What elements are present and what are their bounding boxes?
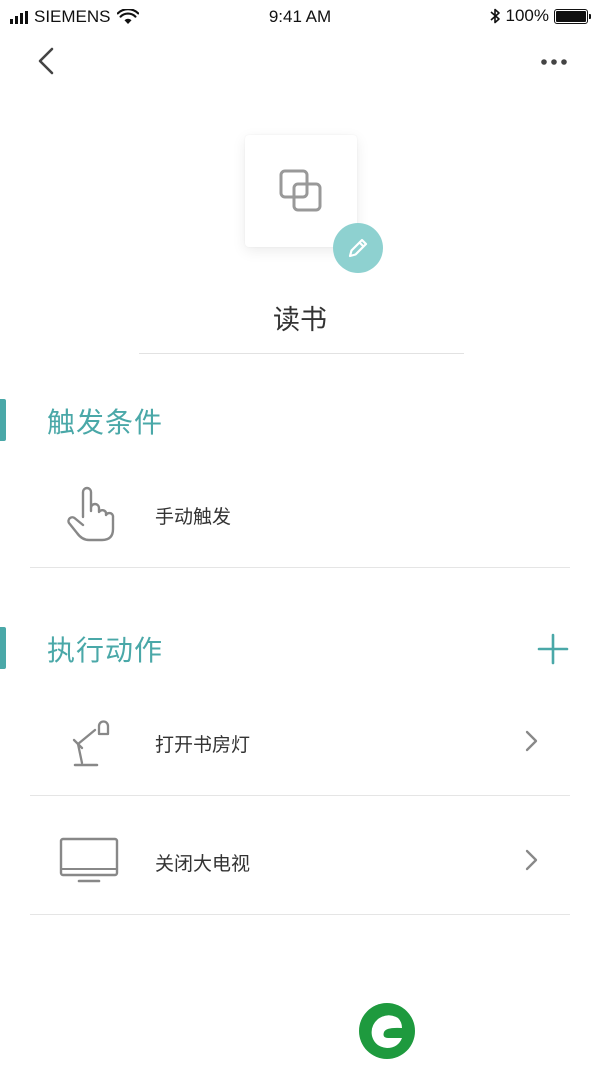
- scene-name[interactable]: 读书: [0, 298, 600, 337]
- action-section-marker: [0, 627, 6, 669]
- add-action-button[interactable]: [536, 632, 570, 666]
- brand-logo-icon: [358, 1002, 416, 1060]
- tv-icon: [55, 833, 125, 887]
- more-dots-icon: [541, 59, 567, 65]
- trigger-section-title: 触发条件: [47, 406, 164, 439]
- scene-name-underline: [139, 353, 464, 354]
- chevron-right-icon: [522, 848, 540, 872]
- battery-icon: [554, 8, 591, 24]
- action-row-tv[interactable]: 关闭大电视: [30, 796, 570, 915]
- back-button[interactable]: [30, 42, 66, 82]
- hand-pointer-icon: [55, 484, 125, 544]
- status-bar: SIEMENS 9:41 AM 100%: [0, 0, 600, 34]
- action-label-0: 打开书房灯: [155, 734, 251, 756]
- more-button[interactable]: [534, 48, 574, 76]
- battery-percent: 100%: [505, 6, 549, 25]
- edit-scene-button[interactable]: [333, 223, 383, 273]
- plus-icon: [537, 633, 569, 665]
- action-row-study-light[interactable]: 打开书房灯: [30, 686, 570, 796]
- action-section-title: 执行动作: [47, 634, 164, 667]
- trigger-label: 手动触发: [155, 506, 232, 528]
- trigger-section-marker: [0, 399, 6, 441]
- desk-lamp-icon: [55, 711, 125, 771]
- status-right: 100%: [489, 6, 591, 26]
- chevron-left-icon: [38, 47, 54, 75]
- trigger-row-manual[interactable]: 手动触发: [30, 458, 570, 568]
- overlapping-squares-icon: [279, 169, 322, 212]
- bluetooth-icon: [489, 8, 500, 24]
- chevron-right-icon: [522, 729, 540, 753]
- action-label-1: 关闭大电视: [155, 853, 251, 875]
- pencil-icon: [348, 238, 368, 258]
